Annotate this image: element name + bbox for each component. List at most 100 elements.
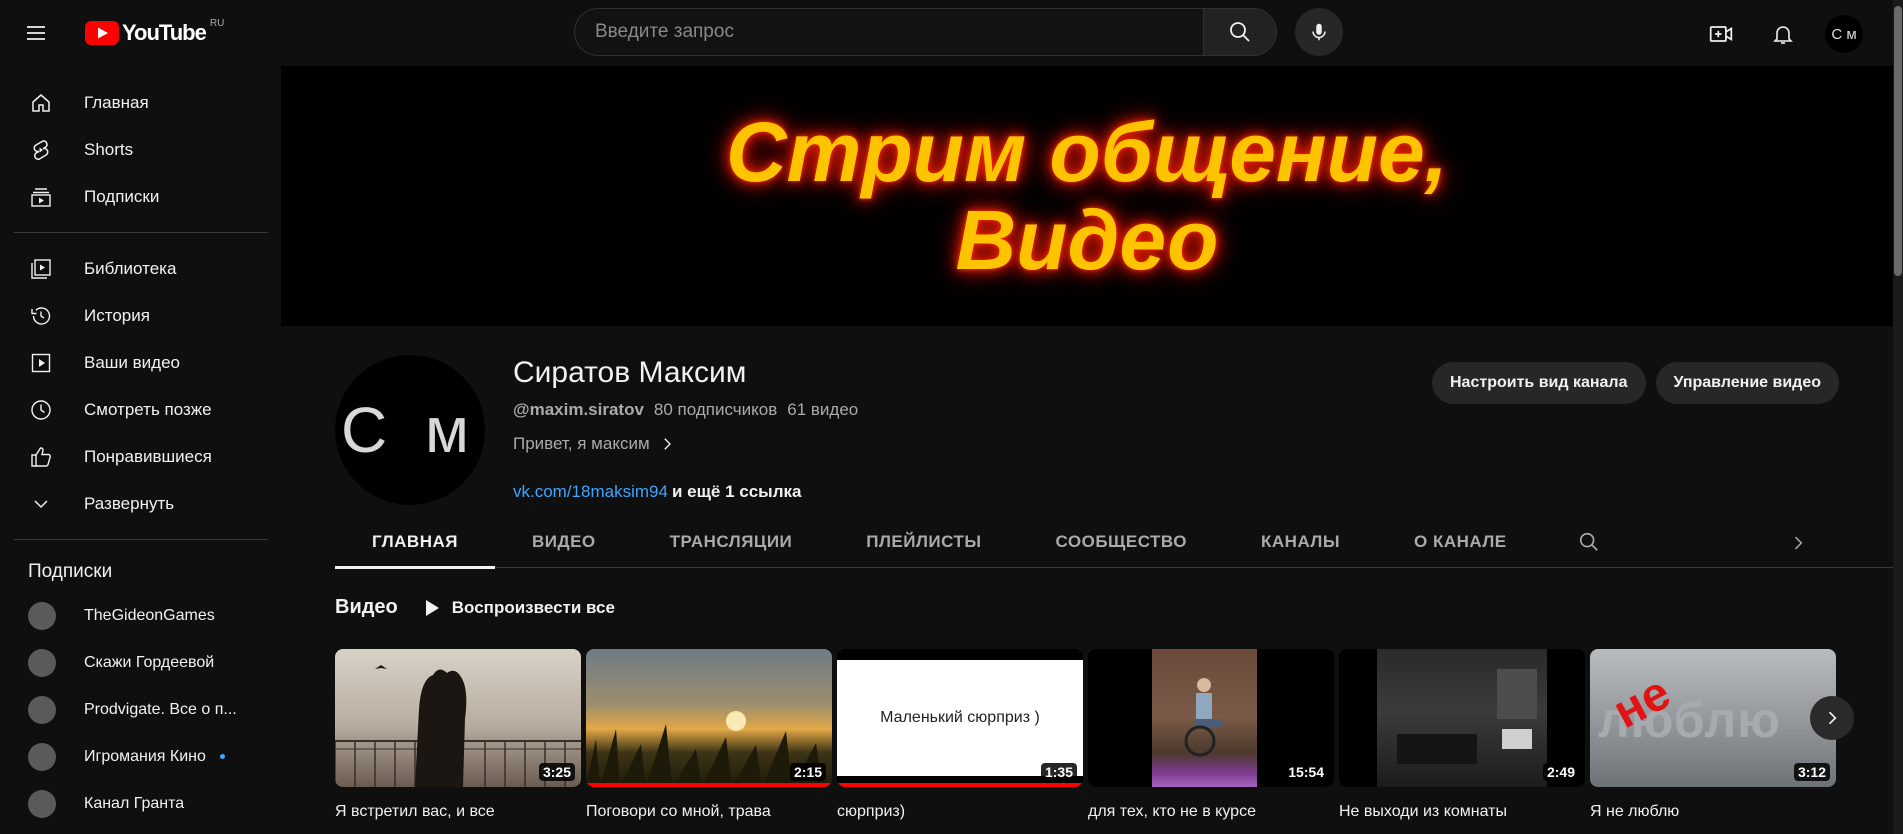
video-duration: 2:49 xyxy=(1542,763,1579,781)
video-duration: 3:25 xyxy=(538,763,575,781)
sidebar-item-your-videos[interactable]: Ваши видео xyxy=(0,339,280,386)
channel-info: Сиратов Максим @maxim.siratov 80 подписч… xyxy=(513,356,858,502)
menu-icon[interactable] xyxy=(24,21,48,45)
video-title[interactable]: Не выходи из комнаты xyxy=(1339,801,1585,823)
subscriber-count: 80 подписчиков xyxy=(653,400,778,419)
room-interior-image xyxy=(1397,669,1537,764)
video-title[interactable]: Я встретил вас, и все xyxy=(335,801,581,823)
subscription-item[interactable]: Игромания Кино xyxy=(0,733,280,780)
sidebar-item-label: Библиотека xyxy=(84,258,177,278)
subscription-item[interactable]: Скажи Гордеевой xyxy=(0,639,280,686)
youtube-logo[interactable]: YouTube RU xyxy=(85,18,224,46)
sidebar-item-watch-later[interactable]: Смотреть позже xyxy=(0,386,280,433)
subscription-item[interactable]: Канал Гранта xyxy=(0,780,280,827)
customize-channel-button[interactable]: Настроить вид канала xyxy=(1432,362,1646,404)
subscriptions-icon xyxy=(28,184,54,210)
subscription-item[interactable]: Prodvigate. Все о п... xyxy=(0,686,280,733)
manage-videos-button[interactable]: Управление видео xyxy=(1655,362,1839,404)
videos-row: 3:25 Я встретил вас, и все 2:15 Поговори… xyxy=(335,649,1836,823)
sidebar-item-shorts[interactable]: Shorts xyxy=(0,126,280,173)
play-all-button[interactable]: Воспроизвести все xyxy=(424,598,615,618)
video-thumbnail[interactable]: 2:15 xyxy=(586,649,832,787)
more-links[interactable]: и ещё 1 ссылка xyxy=(672,482,802,501)
videos-shelf-header: Видео Воспроизвести все xyxy=(335,596,615,619)
video-duration: 1:35 xyxy=(1040,763,1077,781)
video-card[interactable]: люблю не 3:12 Я не люблю xyxy=(1590,649,1836,823)
sidebar-item-history[interactable]: История xyxy=(0,292,280,339)
sidebar-item-label: Shorts xyxy=(84,139,134,159)
shelf-next-button[interactable] xyxy=(1810,696,1854,740)
tab-playlists[interactable]: ПЛЕЙЛИСТЫ xyxy=(829,516,1018,568)
video-duration: 15:54 xyxy=(1284,763,1328,781)
video-thumbnail[interactable]: 3:25 xyxy=(335,649,581,787)
video-duration: 3:12 xyxy=(1793,763,1830,781)
sidebar-item-liked[interactable]: Понравившиеся xyxy=(0,433,280,480)
channel-link[interactable]: vk.com/18maksim94 xyxy=(513,482,668,501)
video-thumbnail[interactable]: люблю не 3:12 xyxy=(1590,649,1836,787)
video-thumbnail[interactable]: 15:54 xyxy=(1088,649,1334,787)
sidebar-divider xyxy=(14,232,268,233)
watch-later-icon xyxy=(28,397,54,423)
channel-avatar xyxy=(28,789,56,818)
video-card[interactable]: 15:54 для тех, кто не в курсе xyxy=(1088,649,1334,823)
home-icon xyxy=(28,90,54,116)
video-duration: 2:15 xyxy=(789,763,826,781)
subscription-item[interactable]: TheGideonGames xyxy=(0,592,280,639)
sidebar-divider xyxy=(14,539,268,540)
subscriptions-heading: Подписки xyxy=(28,561,113,582)
scrollbar-thumb[interactable] xyxy=(1894,6,1902,276)
channel-description[interactable]: Привет, я максим xyxy=(513,434,858,454)
search-bar xyxy=(574,8,1343,56)
tab-about[interactable]: О КАНАЛЕ xyxy=(1377,516,1544,568)
tabs-scroll-right-button[interactable] xyxy=(1783,528,1813,558)
sidebar-item-subscriptions[interactable]: Подписки xyxy=(0,173,280,220)
tab-channels[interactable]: КАНАЛЫ xyxy=(1224,516,1377,568)
chevron-right-icon xyxy=(1794,536,1803,550)
channel-name: Сиратов Максим xyxy=(513,356,747,389)
channel-meta: @maxim.siratov 80 подписчиков 61 видео xyxy=(513,400,858,420)
video-count: 61 видео xyxy=(787,400,859,419)
tab-home[interactable]: ГЛАВНАЯ xyxy=(335,516,495,569)
chevron-right-icon xyxy=(1828,711,1837,725)
create-video-button[interactable] xyxy=(1701,14,1741,54)
sidebar-item-label: Развернуть xyxy=(84,493,175,513)
top-bar: YouTube RU С м xyxy=(0,0,1903,66)
tab-videos[interactable]: ВИДЕО xyxy=(495,516,633,568)
channel-handle: @maxim.siratov xyxy=(513,400,644,419)
channel-avatar-large[interactable]: С м xyxy=(335,355,485,505)
video-card[interactable]: Маленький сюрприз ) 1:35 сюрприз) xyxy=(837,649,1083,823)
watch-progress-bar xyxy=(837,783,1083,787)
channel-avatar xyxy=(28,601,56,630)
channel-search-button[interactable] xyxy=(1574,527,1604,557)
video-card[interactable]: 2:15 Поговори со мной, трава xyxy=(586,649,832,823)
voice-search-button[interactable] xyxy=(1295,8,1343,56)
banner-title-line2: Видео xyxy=(955,193,1219,287)
page-scrollbar[interactable] xyxy=(1893,0,1903,834)
banner-title-line1: Стрим общение, xyxy=(725,104,1449,199)
video-thumbnail[interactable]: Маленький сюрприз ) 1:35 xyxy=(837,649,1083,787)
sidebar-item-label: История xyxy=(84,305,150,325)
tab-live[interactable]: ТРАНСЛЯЦИИ xyxy=(633,516,830,568)
video-card[interactable]: 3:25 Я встретил вас, и все xyxy=(335,649,581,823)
search-input[interactable] xyxy=(574,8,1203,56)
play-icon xyxy=(425,599,439,616)
search-button[interactable] xyxy=(1203,8,1277,56)
sidebar-item-library[interactable]: Библиотека xyxy=(0,245,280,292)
video-card[interactable]: 2:49 Не выходи из комнаты xyxy=(1339,649,1585,823)
subscription-name: Игромания Кино xyxy=(84,747,206,765)
account-avatar[interactable]: С м xyxy=(1825,15,1863,53)
video-title[interactable]: Поговори со мной, трава xyxy=(586,801,832,823)
tab-community[interactable]: СООБЩЕСТВО xyxy=(1019,516,1225,568)
channel-banner: Стрим общение, Видео xyxy=(281,66,1893,326)
video-title[interactable]: сюрприз) xyxy=(837,801,1083,823)
sidebar-item-expand[interactable]: Развернуть xyxy=(0,480,280,527)
library-icon xyxy=(28,256,54,282)
video-thumbnail[interactable]: 2:49 xyxy=(1339,649,1585,787)
video-title[interactable]: для тех, кто не в курсе xyxy=(1088,801,1334,823)
video-title[interactable]: Я не люблю xyxy=(1590,801,1836,823)
channel-avatar xyxy=(28,648,56,677)
subscription-name: Prodvigate. Все о п... xyxy=(84,700,237,718)
notifications-button[interactable] xyxy=(1763,14,1803,54)
sidebar-item-home[interactable]: Главная xyxy=(0,79,280,126)
bell-icon xyxy=(1773,26,1793,44)
